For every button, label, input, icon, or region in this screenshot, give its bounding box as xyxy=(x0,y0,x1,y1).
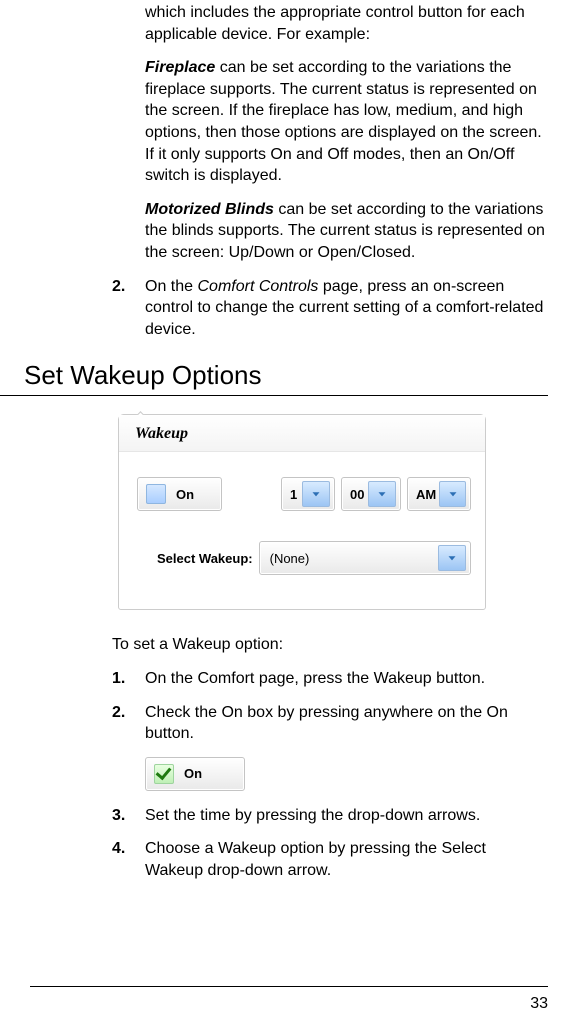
page: which includes the appropriate control b… xyxy=(0,0,578,1035)
t: On the xyxy=(145,278,197,295)
wakeup-step-1: 1. On the Comfort page, press the Wakeup… xyxy=(112,668,548,690)
chevron-down-icon xyxy=(302,481,330,507)
wakeup-panel-figure: Wakeup On 1 xyxy=(118,414,548,610)
intro-lead: which includes the appropriate control b… xyxy=(145,2,548,45)
checkbox-icon xyxy=(146,484,166,504)
checkbox-checked-icon xyxy=(154,764,174,784)
step-text: Set the time by pressing the drop-down a… xyxy=(145,805,480,827)
on-label: On xyxy=(176,487,194,502)
wakeup-row-1: On 1 00 xyxy=(137,477,471,511)
minute-dropdown[interactable]: 00 xyxy=(341,477,401,511)
minute-value: 00 xyxy=(342,487,366,502)
select-wakeup-label: Select Wakeup: xyxy=(157,551,253,566)
select-wakeup-dropdown[interactable]: (None) xyxy=(259,541,471,575)
blinds-term: Motorized Blinds xyxy=(145,201,274,218)
select-wakeup-value: (None) xyxy=(260,551,436,566)
ampm-dropdown[interactable]: AM xyxy=(407,477,471,511)
fireplace-para: Fireplace can be set according to the va… xyxy=(145,57,548,187)
on-label: On xyxy=(184,766,202,781)
wakeup-tab-label: Wakeup xyxy=(135,425,188,442)
step-number: 2. xyxy=(112,276,145,341)
wakeup-panel: Wakeup On 1 xyxy=(118,414,486,610)
chevron-down-icon xyxy=(439,481,466,507)
content: which includes the appropriate control b… xyxy=(0,0,548,881)
comfort-step-2: 2. On the Comfort Controls page, press a… xyxy=(112,276,548,341)
page-number: 33 xyxy=(530,995,548,1013)
step-text: On the Comfort page, press the Wakeup bu… xyxy=(145,668,485,690)
fireplace-body: can be set according to the variations t… xyxy=(145,59,542,184)
wakeup-tab: Wakeup xyxy=(119,415,485,452)
on-toggle-checked-example[interactable]: On xyxy=(145,757,245,791)
chevron-down-icon xyxy=(368,481,396,507)
t-italic: Comfort Controls xyxy=(197,278,318,295)
section-heading-set-wakeup: Set Wakeup Options xyxy=(24,360,548,391)
wakeup-steps-intro: To set a Wakeup option: xyxy=(112,634,548,656)
step-text: Check the On box by pressing anywhere on… xyxy=(145,702,548,745)
wakeup-row-2: Select Wakeup: (None) xyxy=(137,541,471,575)
wakeup-step-3: 3. Set the time by pressing the drop-dow… xyxy=(112,805,548,827)
footer-rule xyxy=(30,986,548,987)
chevron-down-icon xyxy=(438,545,466,571)
wakeup-step-4: 4. Choose a Wakeup option by pressing th… xyxy=(112,838,548,881)
heading-rule xyxy=(0,395,548,396)
step-number: 4. xyxy=(112,838,145,881)
wakeup-step-2: 2. Check the On box by pressing anywhere… xyxy=(112,702,548,745)
wakeup-panel-body: On 1 00 xyxy=(119,459,485,609)
hour-dropdown[interactable]: 1 xyxy=(281,477,335,511)
ampm-value: AM xyxy=(408,487,437,502)
blinds-para: Motorized Blinds can be set according to… xyxy=(145,199,548,264)
step-number: 1. xyxy=(112,668,145,690)
step-text: On the Comfort Controls page, press an o… xyxy=(145,276,548,341)
step-number: 2. xyxy=(112,702,145,745)
fireplace-term: Fireplace xyxy=(145,59,215,76)
wakeup-on-toggle[interactable]: On xyxy=(137,477,222,511)
step-text: Choose a Wakeup option by pressing the S… xyxy=(145,838,548,881)
hour-value: 1 xyxy=(282,487,300,502)
step-number: 3. xyxy=(112,805,145,827)
